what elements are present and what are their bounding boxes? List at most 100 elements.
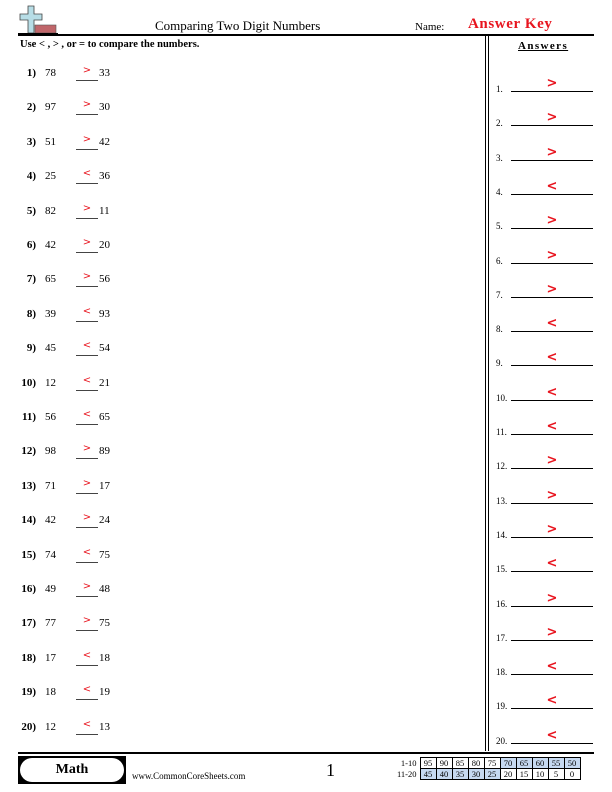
comparison-blank[interactable]: <: [76, 306, 98, 322]
left-number: 45: [45, 342, 56, 355]
score-cell: 85: [451, 757, 469, 769]
answer-field[interactable]: >: [511, 213, 593, 230]
comparison-blank[interactable]: <: [76, 409, 98, 425]
score-cell: 90: [435, 757, 453, 769]
problem-number: 19): [21, 686, 36, 699]
left-number: 39: [45, 307, 56, 320]
answer-field[interactable]: >: [511, 522, 593, 538]
problem-number: 18): [21, 651, 36, 664]
name-label: Name:: [415, 21, 445, 33]
left-number: 42: [45, 239, 56, 251]
right-number: 13: [99, 720, 110, 733]
comparison-blank[interactable]: <: [76, 684, 98, 701]
left-number: 71: [45, 479, 56, 492]
score-cell: 95: [419, 757, 437, 769]
answer-field[interactable]: <: [511, 659, 593, 676]
comparison-blank[interactable]: >: [76, 512, 98, 529]
comparison-blank[interactable]: >: [76, 65, 98, 81]
comparison-blank[interactable]: >: [76, 134, 98, 150]
header-divider: [18, 34, 594, 36]
answer-number: 1.: [496, 84, 503, 94]
problem-number: 12): [21, 445, 36, 458]
answer-number: 7.: [496, 289, 503, 300]
problem-number: 2): [26, 101, 36, 114]
score-cell: 70: [499, 757, 517, 769]
left-number: 74: [45, 548, 56, 561]
score-table: 1-10 95 90 85 80 75 70 65 60 55 50 11-20 45 40 35 30 25 2…: [395, 757, 581, 780]
score-cell: 50: [563, 757, 581, 769]
comparison-blank[interactable]: <: [76, 650, 98, 666]
answer-field[interactable]: >: [511, 625, 593, 641]
right-number: 93: [99, 307, 110, 320]
answer-number: 5.: [496, 221, 503, 232]
right-number: 65: [99, 411, 110, 423]
right-number: 33: [99, 67, 110, 79]
answer-field[interactable]: <: [511, 556, 593, 573]
score-cell: 75: [483, 757, 501, 769]
problem-number: 9): [26, 342, 36, 355]
comparison-blank[interactable]: >: [76, 99, 98, 116]
left-number: 42: [45, 514, 56, 527]
score-cell: 65: [515, 757, 533, 769]
problem-number: 20): [21, 720, 36, 733]
answer-number: 2.: [496, 118, 503, 129]
answer-field[interactable]: <: [511, 179, 593, 195]
comparison-blank[interactable]: <: [76, 547, 98, 563]
problem-number: 11): [21, 411, 36, 423]
answer-number: 3.: [496, 152, 503, 163]
answer-number: 15.: [496, 564, 508, 575]
comparison-blank[interactable]: <: [76, 168, 98, 185]
comparison-blank[interactable]: >: [76, 615, 98, 632]
comparison-blank[interactable]: >: [76, 203, 98, 219]
answer-field[interactable]: >: [511, 248, 593, 264]
subject-badge: Math: [20, 758, 124, 782]
problem-number: 4): [26, 170, 36, 183]
score-cell: 5: [547, 768, 565, 780]
comparison-blank[interactable]: >: [76, 581, 98, 597]
left-number: 51: [45, 135, 56, 148]
answer-field[interactable]: >: [511, 76, 593, 92]
answer-field[interactable]: <: [511, 693, 593, 710]
problem-number: 5): [26, 204, 36, 217]
score-cell: 0: [563, 768, 581, 780]
answer-field[interactable]: >: [511, 282, 593, 298]
comparison-blank[interactable]: <: [76, 375, 98, 391]
answer-number: 13.: [496, 495, 508, 506]
left-number: 56: [45, 411, 56, 423]
answer-field[interactable]: <: [511, 728, 593, 744]
answer-field[interactable]: <: [511, 350, 593, 367]
site-url: www.CommonCoreSheets.com: [132, 771, 246, 781]
answer-field[interactable]: >: [511, 110, 593, 127]
score-row: 1-10 95 90 85 80 75 70 65 60 55 50: [395, 757, 581, 769]
left-number: 77: [45, 617, 56, 630]
answers-title: Answers: [518, 40, 569, 52]
answer-number: 16.: [496, 598, 508, 609]
answer-field[interactable]: >: [511, 591, 593, 607]
comparison-blank[interactable]: <: [76, 719, 98, 735]
answer-number: 9.: [496, 358, 503, 369]
left-number: 65: [45, 273, 56, 286]
score-cell: 55: [547, 757, 565, 769]
answer-field[interactable]: >: [511, 145, 593, 161]
answer-number: 19.: [496, 701, 508, 712]
comparison-blank[interactable]: >: [76, 478, 98, 494]
answer-field[interactable]: <: [511, 385, 593, 401]
problem-number: 15): [21, 548, 36, 561]
right-number: 36: [99, 170, 110, 183]
answer-field[interactable]: <: [511, 316, 593, 333]
comparison-blank[interactable]: >: [76, 271, 98, 288]
left-number: 98: [45, 445, 56, 458]
answer-field[interactable]: >: [511, 488, 593, 504]
score-cell: 20: [499, 768, 517, 780]
comparison-blank[interactable]: <: [76, 340, 98, 357]
answer-field[interactable]: <: [511, 419, 593, 435]
problem-number: 10): [21, 376, 36, 389]
right-number: 11: [99, 204, 110, 217]
answer-field[interactable]: >: [511, 453, 593, 470]
score-cell: 35: [451, 768, 469, 780]
score-range-label: 1-10: [400, 758, 417, 768]
comparison-blank[interactable]: >: [76, 237, 98, 253]
score-range-label: 11-20: [397, 769, 417, 779]
footer-divider: [18, 752, 594, 754]
comparison-blank[interactable]: >: [76, 443, 98, 460]
